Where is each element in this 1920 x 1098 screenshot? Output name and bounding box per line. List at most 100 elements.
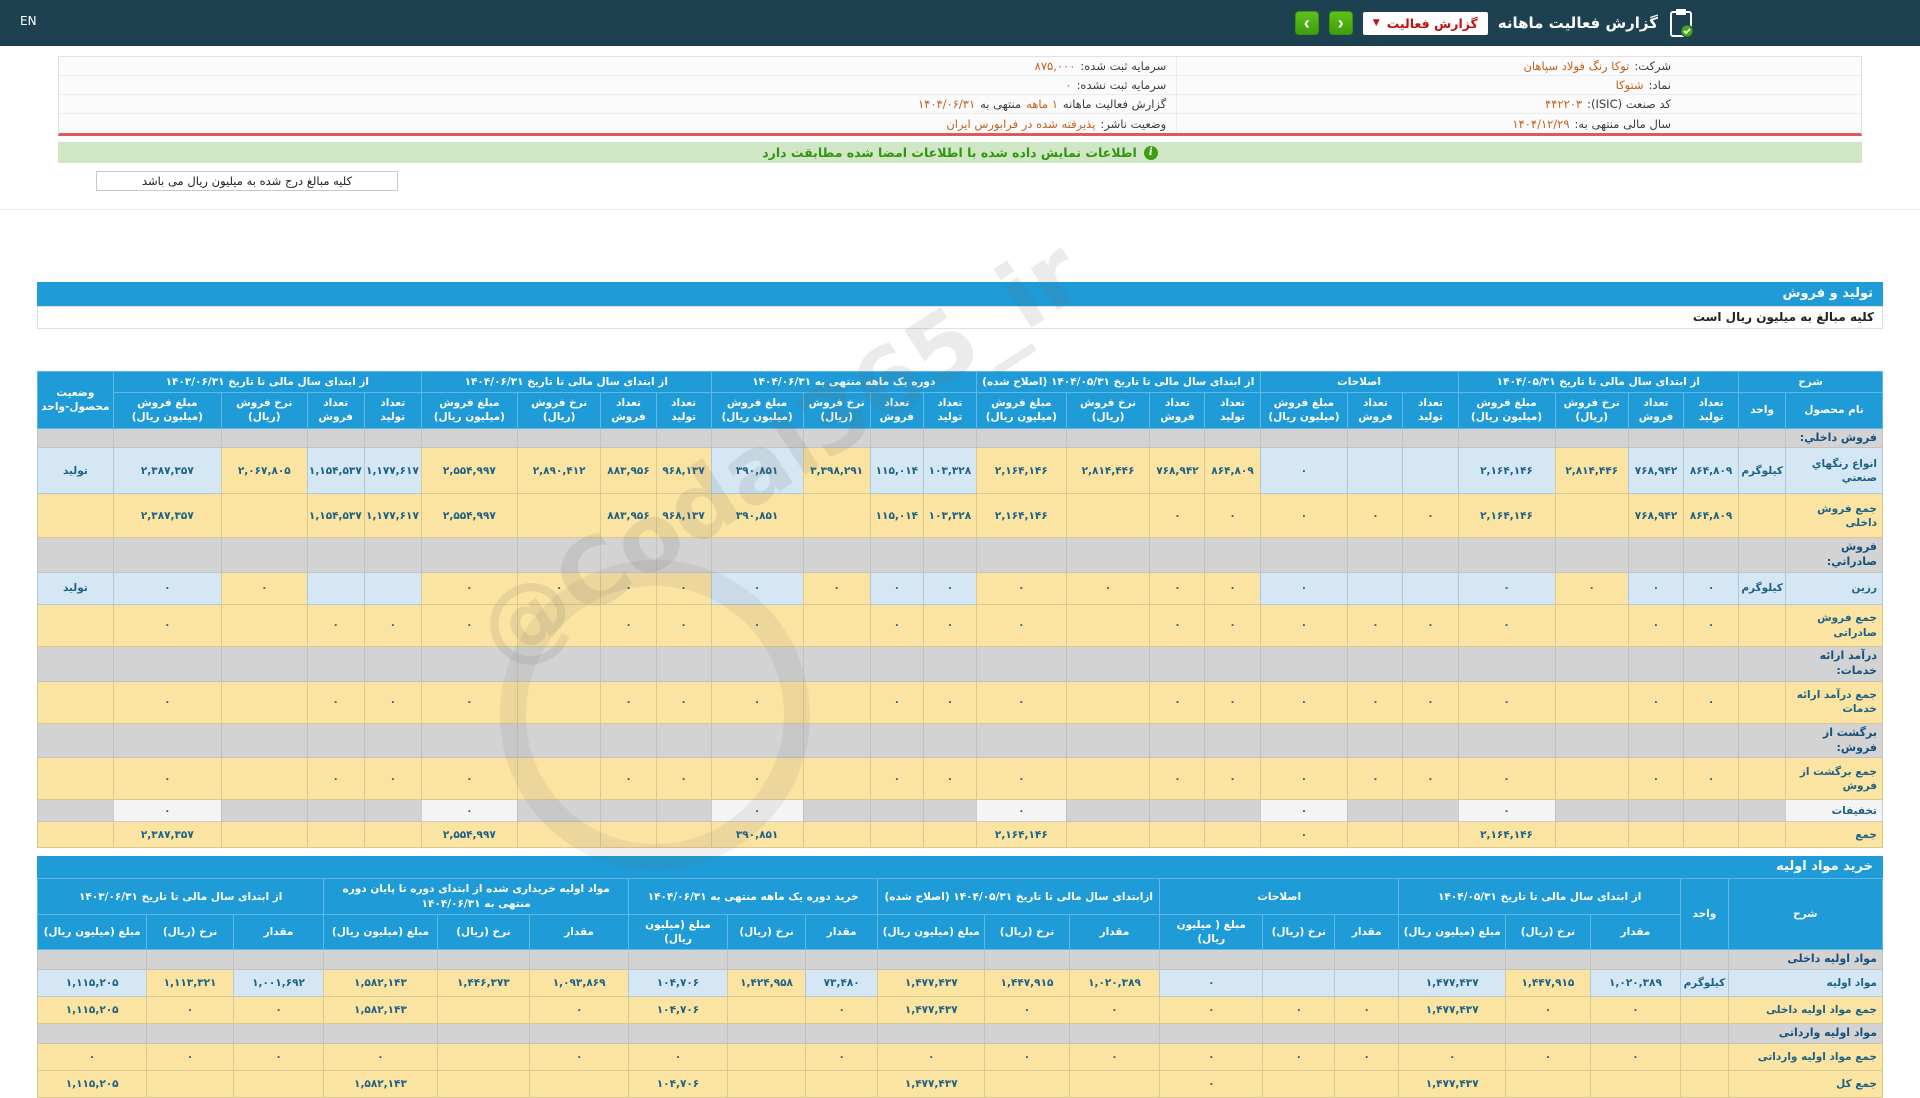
cell: ۰ [629,1044,728,1071]
column-group-header: مواد اولیه خریداری شده از ابتدای دوره تا… [324,879,629,914]
section-cell [1739,723,1786,758]
cell: ۰ [113,573,221,605]
cell: ۸۶۴,۸۰۹ [1684,448,1739,494]
cell [1590,1071,1681,1098]
section-cell [1555,723,1628,758]
cell: ۰ [421,758,517,800]
cell [221,605,307,647]
cell: ۰ [1684,681,1739,723]
info-cell: سرمایه ثبت شده:۸۷۵,۰۰۰ [59,59,1176,73]
prev-report-button[interactable]: ‹ [1295,11,1319,35]
section-cell [1399,1024,1506,1044]
cell [1506,1071,1590,1098]
cell: ۰ [1260,681,1348,723]
cell: ۰ [1260,800,1348,822]
cell: ۰ [1628,758,1683,800]
cell [38,800,114,822]
cell: ۱,۱۵۴,۵۳۷ [307,494,364,538]
column-header: مقدار [1590,914,1681,949]
section-cell [656,723,711,758]
cell: ۰ [1403,494,1458,538]
section-cell [364,647,421,682]
cell: ۲,۸۱۴,۴۴۶ [1555,448,1628,494]
cell: ۰ [976,800,1066,822]
section-row: فروش صادراتي: [38,538,1883,573]
section-cell [1739,538,1786,573]
cell: ۰ [1403,681,1458,723]
section-cell [517,723,601,758]
cell: ۰ [530,1044,629,1071]
cell: ۰ [1150,494,1205,538]
section-cell [985,1024,1069,1044]
section-cell [656,428,711,448]
info-label: نماد: [1649,78,1671,92]
section-cell [923,723,976,758]
section-cell [38,723,114,758]
section-cell [1348,647,1403,682]
column-header: نرخ (ریال) [727,914,805,949]
cell [1066,800,1150,822]
language-toggle[interactable]: EN [20,14,37,28]
section-cell [1335,950,1399,970]
section-cell [221,723,307,758]
info-cell: گزارش فعالیت ماهانه۱ ماههمنتهی به۱۴۰۴/۰۶… [59,97,1176,111]
cell: ۰ [113,800,221,822]
section-cell [307,723,364,758]
column-header: مقدار [1335,914,1399,949]
cell: ۱,۴۷۷,۴۳۷ [1399,997,1506,1024]
section-cell [803,428,870,448]
cell: ۰ [1335,997,1399,1024]
cell: ۲,۰۶۷,۸۰۵ [221,448,307,494]
cell: ۰ [421,605,517,647]
column-header: مقدار [530,914,629,949]
cell [1684,800,1739,822]
table-row: تخفیفات۰۰۰۰۰۰ [38,800,1883,822]
cell: ۰ [1260,605,1348,647]
section-cell [806,950,878,970]
column-header: نرخ فروش (ریال) [1066,393,1150,428]
cell [437,997,530,1024]
section-cell [1628,538,1683,573]
divider [0,209,1920,210]
section-cell [1205,647,1260,682]
table-row: رزینکیلوگرم۰۰۰۰۰۰۰۰۰۰۰۰۰۰۰۰۰۰۰تولید [38,573,1883,605]
section-cell [1506,950,1590,970]
info-row: کد صنعت (ISIC):۴۴۲۲۰۳گزارش فعالیت ماهانه… [59,95,1861,114]
section-cell [1684,647,1739,682]
cell [1150,822,1205,848]
cell: ۱۰۴,۷۰۶ [629,1071,728,1098]
cell: ۰ [923,681,976,723]
cell: ۸۸۳,۹۵۶ [601,448,656,494]
column-header: شرح [1728,879,1882,950]
row-label: رزین [1786,573,1883,605]
cell: تولید [38,448,114,494]
row-label: تخفیفات [1786,800,1883,822]
production-sales-table: شرحاز ابتدای سال مالی تا تاریخ ۱۴۰۴/۰۵/۳… [37,371,1883,848]
section-cell [923,647,976,682]
section-label: فروش صادراتي: [1786,538,1883,573]
cell [1069,1071,1160,1098]
column-group-header: شرح [1739,372,1883,393]
cell [656,822,711,848]
cell: ۰ [976,681,1066,723]
cell: ۰ [711,573,803,605]
next-report-button[interactable]: › [1329,11,1353,35]
cell: ۳۹۰,۸۵۱ [711,494,803,538]
report-type-dropdown[interactable]: گزارش فعالیت ▼ [1363,12,1488,35]
cell [38,758,114,800]
cell [1739,800,1786,822]
cell [1555,681,1628,723]
info-table: شرکت:توکا رنگ فولاد سپاهانسرمایه ثبت شده… [58,56,1862,136]
section-production-sales-bar: تولید و فروش [37,282,1883,306]
cell [1150,800,1205,822]
column-header: تعداد تولید [923,393,976,428]
cell: کیلوگرم [1739,448,1786,494]
cell [307,822,364,848]
cell: ۰ [1506,997,1590,1024]
cell: ۲,۱۶۴,۱۴۶ [1458,822,1555,848]
section-row: برگشت از فروش: [38,723,1883,758]
section-cell [878,950,985,970]
section-cell [923,538,976,573]
section-cell [1458,647,1555,682]
column-header: مبلغ (میلیون ریال) [1399,914,1506,949]
